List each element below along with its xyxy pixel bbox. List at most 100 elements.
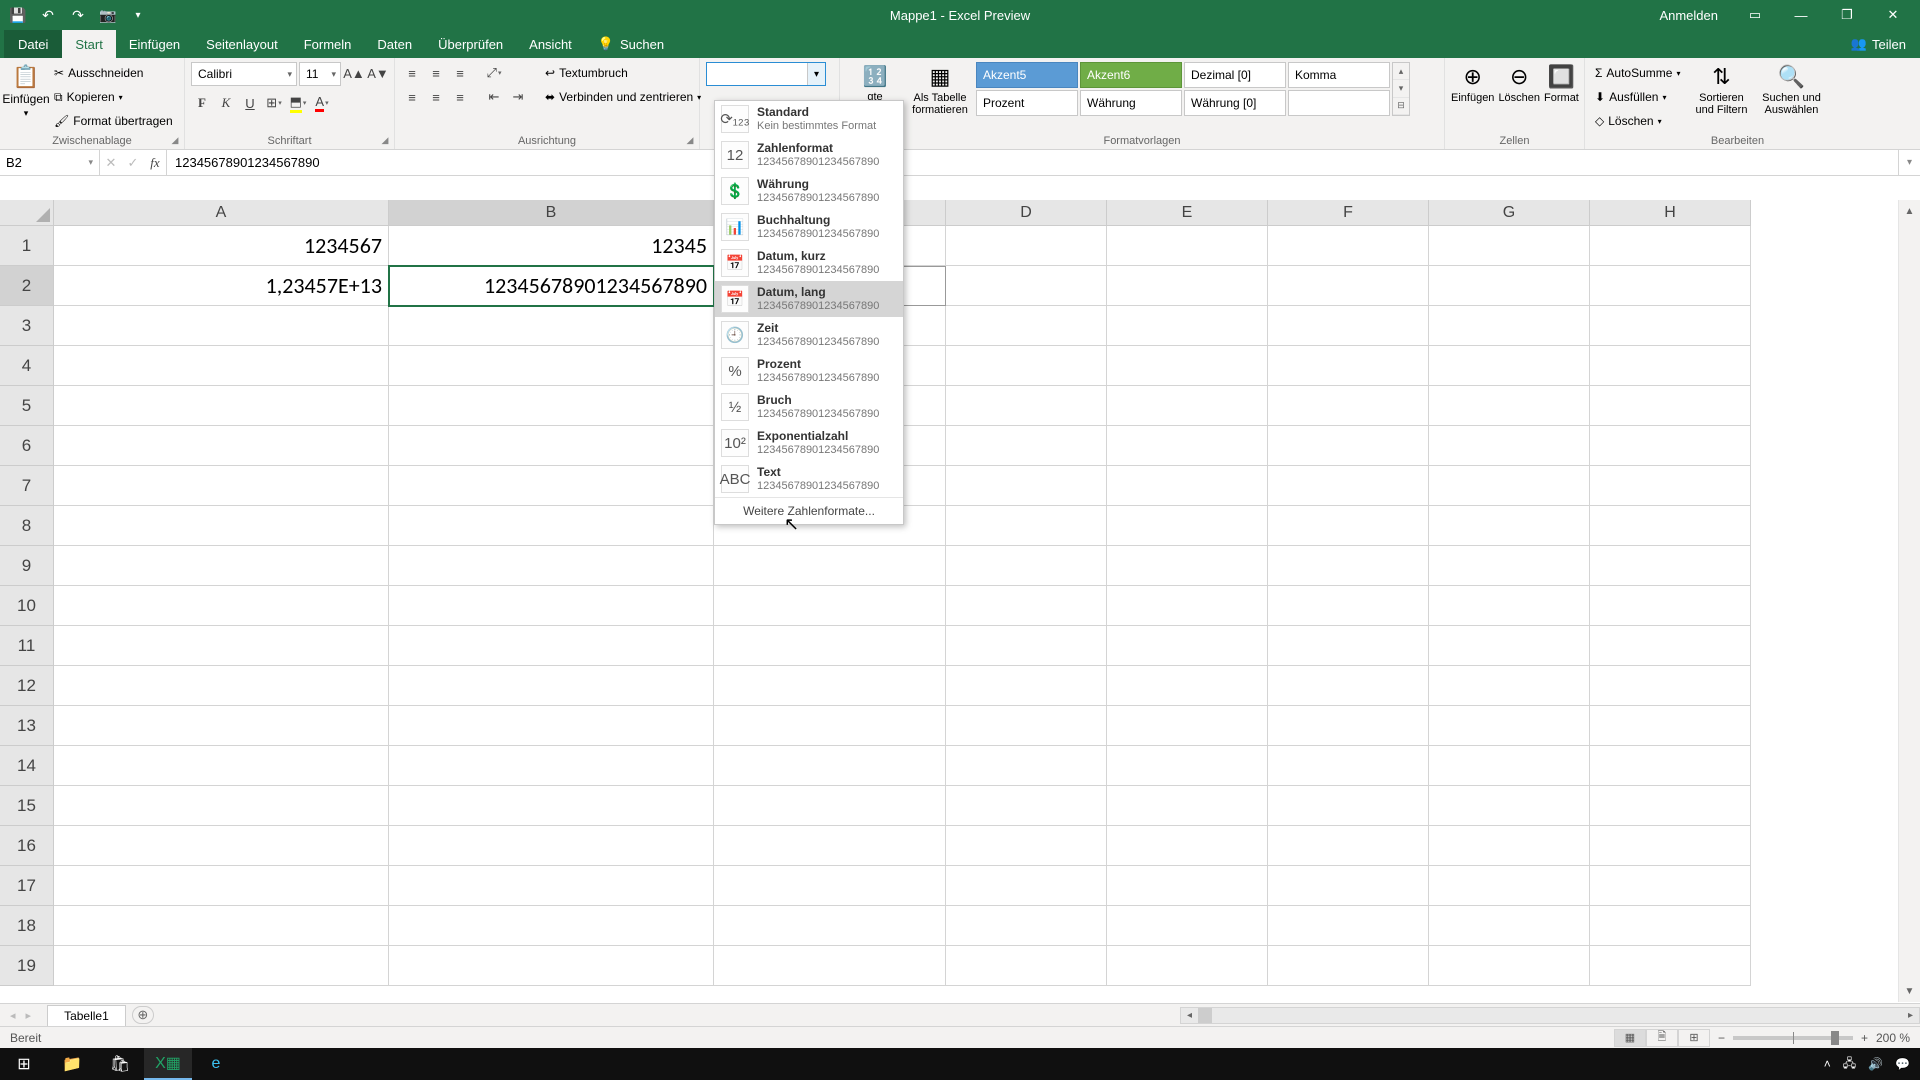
fill-button[interactable]: ⬇Ausfüllen▾ — [1591, 86, 1684, 108]
tray-volume-icon[interactable]: 🔊 — [1868, 1057, 1883, 1071]
font-color-button[interactable]: A — [311, 92, 333, 114]
column-header-G[interactable]: G — [1429, 200, 1590, 226]
cell-F18[interactable] — [1268, 906, 1429, 946]
align-center-icon[interactable]: ≡ — [425, 86, 447, 108]
cell-C17[interactable] — [714, 866, 946, 906]
cell-A17[interactable] — [54, 866, 389, 906]
cell-G15[interactable] — [1429, 786, 1590, 826]
cell-G1[interactable] — [1429, 226, 1590, 266]
spreadsheet-grid[interactable]: ABCDEFGH 112345671234500021,23457E+13123… — [0, 200, 1898, 1002]
format-option-standard[interactable]: ⟳₁₂₃StandardKein bestimmtes Format — [715, 101, 903, 137]
cell-D1[interactable] — [946, 226, 1107, 266]
cell-H13[interactable] — [1590, 706, 1751, 746]
cell-G16[interactable] — [1429, 826, 1590, 866]
cell-F14[interactable] — [1268, 746, 1429, 786]
share-button[interactable]: 👥 Teilen — [1837, 30, 1920, 58]
cell-H8[interactable] — [1590, 506, 1751, 546]
cell-E10[interactable] — [1107, 586, 1268, 626]
cell-D15[interactable] — [946, 786, 1107, 826]
cell-H1[interactable] — [1590, 226, 1751, 266]
cell-H18[interactable] — [1590, 906, 1751, 946]
style-waehrung[interactable]: Währung — [1080, 90, 1182, 116]
merge-center-button[interactable]: ⬌Verbinden und zentrieren▾ — [541, 86, 705, 108]
cell-A7[interactable] — [54, 466, 389, 506]
tab-start[interactable]: Start — [62, 30, 115, 58]
cell-F7[interactable] — [1268, 466, 1429, 506]
cell-D12[interactable] — [946, 666, 1107, 706]
cell-A16[interactable] — [54, 826, 389, 866]
cell-B2[interactable]: 12345678901234567890 — [389, 266, 714, 306]
insert-cells-button[interactable]: ⊕Einfügen — [1451, 62, 1494, 104]
cell-B3[interactable] — [389, 306, 714, 346]
orientation-icon[interactable]: ⤢ — [483, 62, 505, 84]
cell-A12[interactable] — [54, 666, 389, 706]
horizontal-scrollbar[interactable]: ◂▸ — [1180, 1007, 1920, 1024]
scroll-up-icon[interactable]: ▲ — [1899, 200, 1920, 222]
cell-B11[interactable] — [389, 626, 714, 666]
column-header-A[interactable]: A — [54, 200, 389, 226]
cell-B13[interactable] — [389, 706, 714, 746]
cell-A8[interactable] — [54, 506, 389, 546]
cell-H2[interactable] — [1590, 266, 1751, 306]
cell-E18[interactable] — [1107, 906, 1268, 946]
redo-icon[interactable]: ↷ — [64, 3, 92, 27]
decrease-indent-icon[interactable]: ⇤ — [483, 86, 505, 108]
paste-button[interactable]: 📋 Einfügen ▾ — [6, 62, 46, 119]
format-option-datum-lang[interactable]: 📅Datum, lang12345678901234567890 — [715, 281, 903, 317]
taskbar-store-icon[interactable]: 🛍 — [96, 1048, 144, 1080]
cell-A15[interactable] — [54, 786, 389, 826]
format-option-prozent[interactable]: %Prozent12345678901234567890 — [715, 353, 903, 389]
enter-formula-icon[interactable]: ✓ — [122, 152, 144, 174]
cell-A6[interactable] — [54, 426, 389, 466]
column-header-H[interactable]: H — [1590, 200, 1751, 226]
cell-E9[interactable] — [1107, 546, 1268, 586]
style-akzent5[interactable]: Akzent5 — [976, 62, 1078, 88]
number-format-dropdown[interactable]: ⟳₁₂₃StandardKein bestimmtes Format12Zahl… — [714, 100, 904, 525]
start-button[interactable]: ⊞ — [0, 1048, 48, 1080]
cell-F12[interactable] — [1268, 666, 1429, 706]
taskbar-edge-icon[interactable]: e — [192, 1048, 240, 1080]
cell-A14[interactable] — [54, 746, 389, 786]
column-header-B[interactable]: B — [389, 200, 714, 226]
cell-F6[interactable] — [1268, 426, 1429, 466]
cell-H19[interactable] — [1590, 946, 1751, 986]
row-header-9[interactable]: 9 — [0, 546, 54, 586]
alignment-dialog-launcher[interactable]: ◢ — [684, 134, 696, 146]
cell-D5[interactable] — [946, 386, 1107, 426]
tab-review[interactable]: Überprüfen — [425, 30, 516, 58]
row-header-8[interactable]: 8 — [0, 506, 54, 546]
cell-F5[interactable] — [1268, 386, 1429, 426]
bold-button[interactable]: F — [191, 92, 213, 114]
cell-A19[interactable] — [54, 946, 389, 986]
style-empty[interactable] — [1288, 90, 1390, 116]
column-header-F[interactable]: F — [1268, 200, 1429, 226]
cell-B19[interactable] — [389, 946, 714, 986]
cell-A2[interactable]: 1,23457E+13 — [54, 266, 389, 306]
cell-C11[interactable] — [714, 626, 946, 666]
vertical-scrollbar[interactable]: ▲ ▼ — [1898, 200, 1920, 1002]
cell-C18[interactable] — [714, 906, 946, 946]
row-header-13[interactable]: 13 — [0, 706, 54, 746]
tab-data[interactable]: Daten — [364, 30, 425, 58]
cell-G13[interactable] — [1429, 706, 1590, 746]
cell-G3[interactable] — [1429, 306, 1590, 346]
cell-B5[interactable] — [389, 386, 714, 426]
cell-D11[interactable] — [946, 626, 1107, 666]
cell-D6[interactable] — [946, 426, 1107, 466]
cell-B9[interactable] — [389, 546, 714, 586]
cell-B17[interactable] — [389, 866, 714, 906]
cell-G19[interactable] — [1429, 946, 1590, 986]
cell-E2[interactable] — [1107, 266, 1268, 306]
cell-D16[interactable] — [946, 826, 1107, 866]
cell-C10[interactable] — [714, 586, 946, 626]
format-option-w-hrung[interactable]: 💲Währung12345678901234567890 — [715, 173, 903, 209]
cell-D14[interactable] — [946, 746, 1107, 786]
ribbon-options-icon[interactable]: ▭ — [1732, 0, 1778, 30]
cell-D18[interactable] — [946, 906, 1107, 946]
cell-B12[interactable] — [389, 666, 714, 706]
cell-B14[interactable] — [389, 746, 714, 786]
cell-A18[interactable] — [54, 906, 389, 946]
sheet-tab-1[interactable]: Tabelle1 — [47, 1005, 126, 1026]
row-header-19[interactable]: 19 — [0, 946, 54, 986]
font-dialog-launcher[interactable]: ◢ — [379, 134, 391, 146]
